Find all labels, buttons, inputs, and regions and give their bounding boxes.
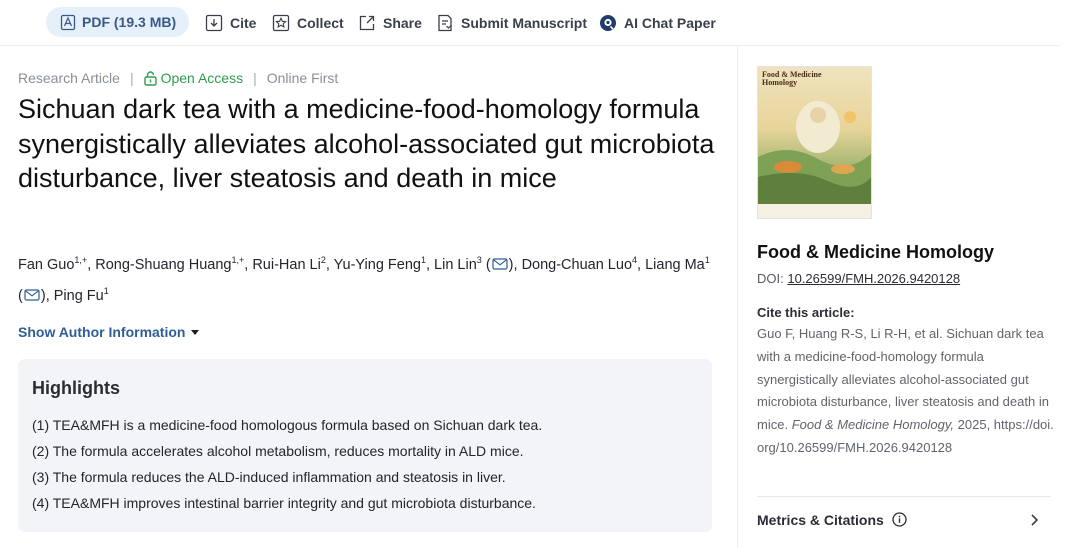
collect-label: Collect	[297, 15, 344, 31]
share-icon	[359, 15, 375, 31]
info-icon[interactable]	[892, 512, 907, 527]
author-affiliation: 1	[704, 255, 710, 265]
highlight-item: (4) TEA&MFH improves intestinal barrier …	[32, 495, 536, 511]
journal-sidebar: Food & Medicine Homology Food & Medicine…	[737, 46, 1060, 548]
author-name[interactable]: Liang Ma1	[645, 255, 710, 274]
email-icon[interactable]: ()	[18, 288, 46, 304]
article-status: Online First	[266, 70, 339, 86]
highlights-panel: Highlights (1) TEA&MFH is a medicine-foo…	[18, 359, 712, 532]
author-affiliation: 4	[632, 255, 638, 265]
author-name[interactable]: Dong-Chuan Luo4	[521, 255, 638, 274]
article-meta: Research Article | Open Access | Online …	[18, 70, 338, 86]
article-type: Research Article	[18, 70, 120, 86]
cover-title: Food & Medicine Homology	[762, 70, 822, 87]
cover-footer	[758, 204, 871, 218]
author-name-text: Fan Guo	[18, 257, 75, 273]
chevron-right-icon	[1031, 514, 1039, 526]
ai-chat-paper-label: AI Chat Paper	[624, 15, 716, 31]
author-affiliation: 1,+	[231, 255, 245, 265]
email-icon[interactable]: ()	[482, 257, 514, 273]
highlight-item: (1) TEA&MFH is a medicine-food homologou…	[32, 417, 543, 433]
share-label: Share	[383, 15, 422, 31]
meta-separator: |	[129, 70, 134, 86]
author-affiliation: 1	[420, 255, 426, 265]
cite-this-article-label: Cite this article:	[757, 305, 855, 320]
cite-button[interactable]: Cite	[205, 13, 256, 33]
author-list: Fan Guo1,+, Rong-Shuang Huang1,+, Rui-Ha…	[18, 255, 710, 305]
journal-cover-image[interactable]: Food & Medicine Homology	[757, 66, 872, 219]
doi-line: DOI: 10.26599/FMH.2026.9420128	[757, 271, 960, 286]
author-name-text: Yu-Ying Feng	[333, 257, 421, 273]
author-affiliation: 1	[103, 286, 109, 296]
pdf-button-label: PDF (19.3 MB)	[82, 14, 177, 30]
collect-button[interactable]: Collect	[272, 13, 344, 33]
show-author-label: Show Author Information	[18, 324, 186, 340]
submit-icon	[438, 14, 452, 32]
collect-icon	[272, 14, 290, 32]
citation-journal: Food & Medicine Homology,	[791, 417, 955, 433]
author-affiliation: 2	[320, 255, 326, 265]
author-affiliation: 1,+	[74, 255, 88, 265]
author-name[interactable]: Fan Guo1,+	[18, 255, 88, 274]
pdf-download-button[interactable]: PDF (19.3 MB)	[46, 7, 189, 37]
cite-icon	[205, 14, 223, 32]
doi-link[interactable]: 10.26599/FMH.2026.9420128	[787, 271, 960, 286]
author-name[interactable]: Lin Lin3	[434, 256, 482, 274]
metrics-label: Metrics & Citations	[757, 511, 884, 528]
article-toolbar: PDF (19.3 MB) Cite Collect Share Submit …	[0, 0, 1060, 46]
cover-illustration	[758, 101, 871, 207]
highlights-title: Highlights	[32, 378, 120, 398]
caret-down-icon	[191, 330, 200, 335]
ai-chat-paper-button[interactable]: AI Chat Paper	[599, 13, 716, 33]
submit-manuscript-label: Submit Manuscript	[461, 15, 588, 31]
highlight-item: (2) The formula accelerates alcohol meta…	[32, 443, 524, 459]
metrics-citations-row[interactable]: Metrics & Citations	[757, 496, 1051, 542]
article-main: Research Article | Open Access | Online …	[0, 46, 738, 548]
article-title: Sichuan dark tea with a medicine-food-ho…	[18, 94, 715, 193]
author-name[interactable]: Ping Fu1	[53, 286, 109, 305]
author-name-text: Rong-Shuang Huang	[95, 257, 232, 273]
author-name-text: Lin Lin	[434, 257, 477, 273]
author-name[interactable]: Yu-Ying Feng1	[333, 255, 426, 274]
open-access-label: Open Access	[160, 70, 244, 86]
author-name-text: Rui-Han Li	[252, 257, 321, 273]
journal-name: Food & Medicine Homology	[757, 242, 994, 262]
author-name-text: Ping Fu	[53, 288, 104, 304]
author-name[interactable]: Rong-Shuang Huang1,+	[95, 255, 245, 274]
highlight-item: (3) The formula reduces the ALD-induced …	[32, 469, 506, 485]
share-button[interactable]: Share	[358, 13, 422, 33]
cite-label: Cite	[230, 15, 257, 31]
lock-icon	[143, 70, 157, 86]
show-author-information-toggle[interactable]: Show Author Information	[18, 324, 200, 340]
pdf-icon	[60, 14, 76, 30]
ai-chat-icon	[600, 15, 616, 31]
citation-text: Guo F, Huang R-S, Li R-H, et al. Sichuan…	[757, 323, 1057, 460]
author-name-text: Dong-Chuan Luo	[521, 257, 633, 273]
author-name[interactable]: Rui-Han Li2	[252, 255, 326, 274]
meta-separator: |	[253, 70, 257, 86]
open-access-badge: Open Access	[143, 70, 244, 86]
doi-prefix: DOI:	[757, 271, 784, 286]
submit-manuscript-button[interactable]: Submit Manuscript	[436, 13, 587, 33]
author-name-text: Liang Ma	[645, 257, 705, 273]
